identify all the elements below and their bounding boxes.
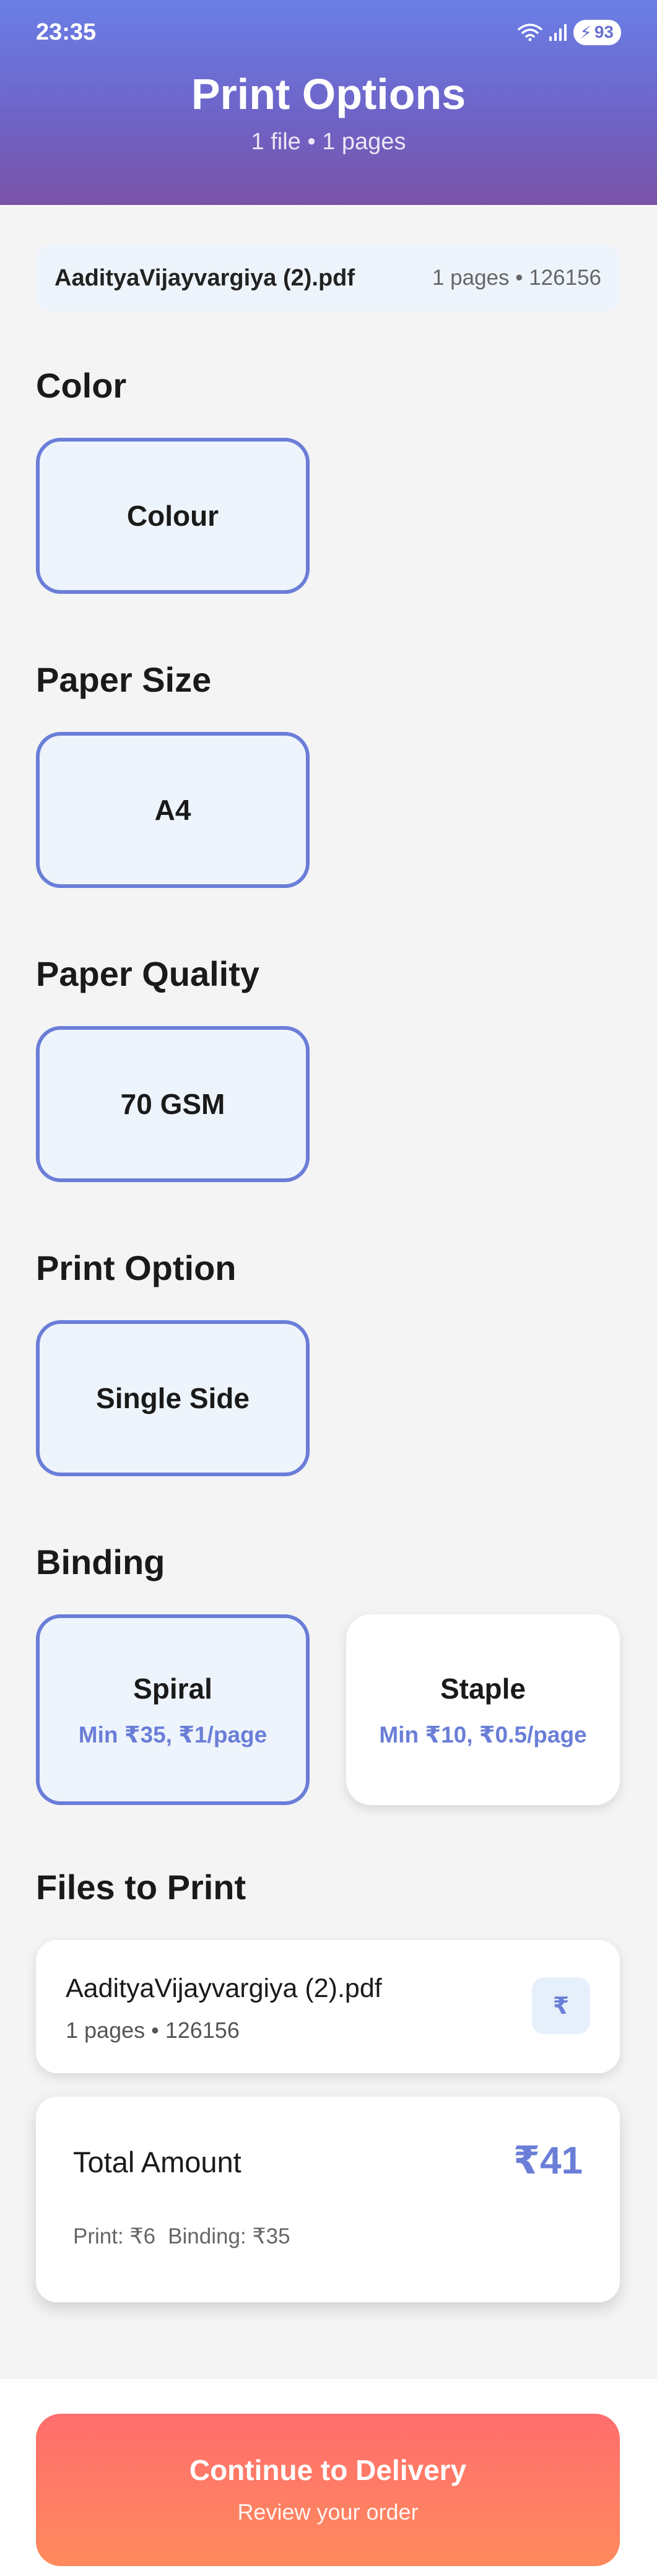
section-title-files-to-print: Files to Print xyxy=(36,1868,246,1907)
section-title-binding: Binding xyxy=(36,1543,165,1582)
battery-level: 93 xyxy=(594,22,614,41)
status-bar: 23:35 ⚡ 93 xyxy=(36,17,621,47)
option-colour[interactable]: Colour xyxy=(36,438,310,594)
page-title: Print Options xyxy=(191,70,466,118)
cta-subtitle: Review your order xyxy=(237,2499,419,2525)
option-label: Staple xyxy=(440,1672,526,1705)
option-label: Single Side xyxy=(96,1382,250,1414)
total-amount: ₹41 xyxy=(513,2139,583,2182)
total-card: Total Amount ₹41 Print: ₹6 Binding: ₹35 xyxy=(36,2097,620,2302)
section-title-paper-size: Paper Size xyxy=(36,660,212,699)
option-price-detail: Min ₹35, ₹1/page xyxy=(78,1721,268,1747)
file-summary-name: AadityaVijayvargiya (2).pdf xyxy=(54,264,355,291)
option-label: 70 GSM xyxy=(120,1088,225,1120)
battery-indicator: ⚡ 93 xyxy=(573,19,621,45)
file-name: AadityaVijayvargiya (2).pdf xyxy=(66,1973,382,2003)
option-70-gsm[interactable]: 70 GSM xyxy=(36,1026,310,1182)
section-title-color: Color xyxy=(36,366,127,405)
option-label: Spiral xyxy=(133,1672,212,1705)
option-staple[interactable]: Staple Min ₹10, ₹0.5/page xyxy=(346,1614,620,1805)
wifi-icon xyxy=(518,23,542,41)
option-price-detail: Min ₹10, ₹0.5/page xyxy=(379,1721,587,1747)
continue-to-delivery-button[interactable]: Continue to Delivery Review your order xyxy=(36,2414,620,2566)
price-breakdown: Print: ₹6 Binding: ₹35 xyxy=(73,2224,290,2249)
option-spiral[interactable]: Spiral Min ₹35, ₹1/page xyxy=(36,1614,310,1805)
total-label: Total Amount xyxy=(73,2146,241,2178)
status-icons: ⚡ 93 xyxy=(518,19,621,45)
option-label: Colour xyxy=(126,500,219,532)
file-summary: AadityaVijayvargiya (2).pdf 1 pages • 12… xyxy=(36,245,620,311)
file-summary-meta: 1 pages • 126156 xyxy=(432,266,601,290)
cta-title: Continue to Delivery xyxy=(189,2454,467,2486)
section-title-paper-quality: Paper Quality xyxy=(36,954,260,993)
signal-icon xyxy=(549,23,567,41)
option-label: A4 xyxy=(154,794,191,826)
charging-icon: ⚡ xyxy=(580,22,592,42)
section-title-print-option: Print Option xyxy=(36,1248,237,1287)
binding-cost: Binding: ₹35 xyxy=(168,2224,290,2248)
status-time: 23:35 xyxy=(36,19,97,45)
option-single-side[interactable]: Single Side xyxy=(36,1320,310,1476)
print-cost: Print: ₹6 xyxy=(73,2224,156,2248)
page-subtitle: 1 file • 1 pages xyxy=(251,129,406,155)
file-card: AadityaVijayvargiya (2).pdf 1 pages • 12… xyxy=(36,1940,620,2073)
bottom-bar: Continue to Delivery Review your order xyxy=(0,2379,657,2576)
rupee-icon[interactable]: ₹ xyxy=(532,1977,590,2034)
file-meta: 1 pages • 126156 xyxy=(66,2017,240,2043)
option-a4[interactable]: A4 xyxy=(36,732,310,888)
header: 23:35 ⚡ 93 Print Options 1 file • 1 page… xyxy=(0,0,657,205)
